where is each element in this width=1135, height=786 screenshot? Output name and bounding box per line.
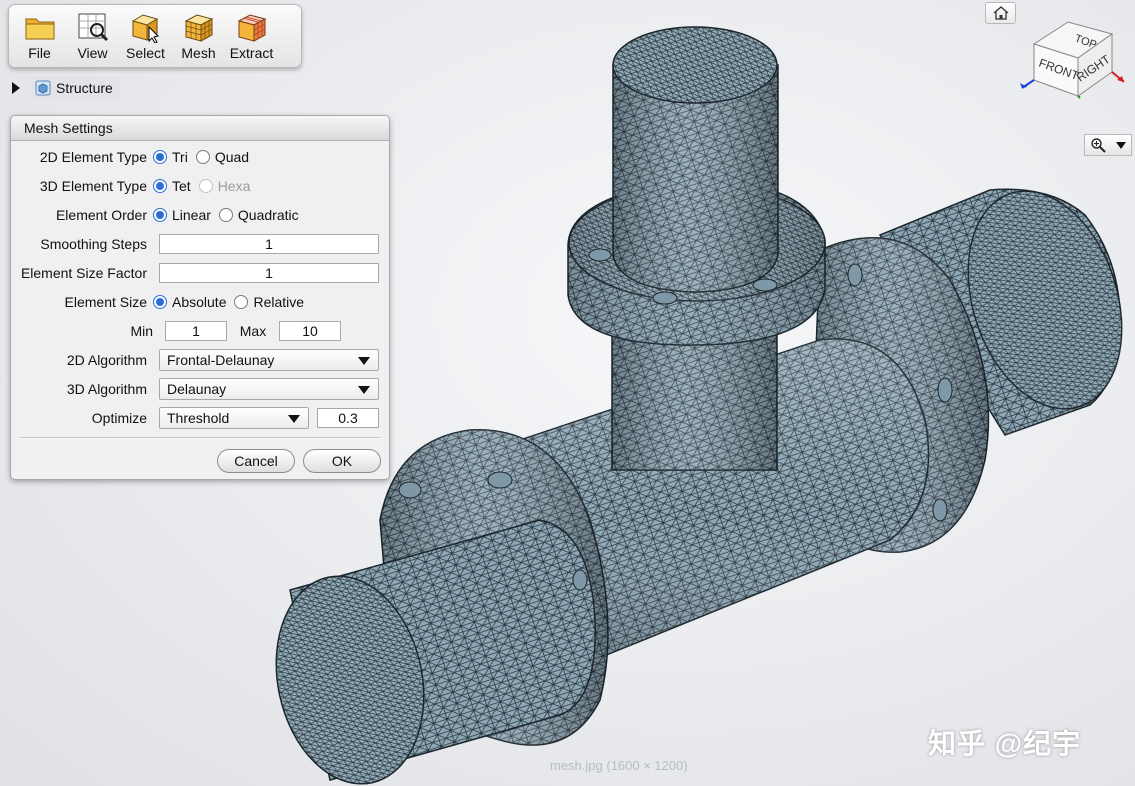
structure-label: Structure (56, 80, 113, 96)
cancel-button[interactable]: Cancel (217, 449, 295, 473)
mesh-label: Mesh (181, 45, 216, 61)
radio-hexa: Hexa (198, 178, 251, 194)
select-cube-icon (131, 14, 159, 43)
file-label: File (28, 45, 51, 61)
extract-cube-icon (237, 14, 266, 42)
structure-tree: Structure (12, 77, 121, 99)
radio-hexa-indicator (198, 179, 213, 193)
structure-node[interactable]: Structure (30, 77, 121, 99)
min-input[interactable]: 1 (165, 321, 227, 341)
radio-quadratic-label: Quadratic (237, 207, 299, 223)
max-input[interactable]: 10 (279, 321, 341, 341)
max-label: Max (239, 323, 267, 339)
home-icon (993, 6, 1008, 20)
zoom-tool-button[interactable] (1084, 134, 1132, 156)
folder-icon (25, 18, 54, 40)
algorithm-2d-value: Frontal-Delaunay (167, 352, 275, 368)
algorithm-3d-select[interactable]: Delaunay (159, 378, 379, 400)
element-order-label: Element Order (55, 207, 147, 223)
radio-quad-indicator (195, 150, 210, 164)
element-type-2d-label: 2D Element Type (39, 149, 147, 165)
radio-linear-label: Linear (172, 207, 211, 223)
mesh-cube-icon (184, 14, 213, 42)
radio-quadratic-indicator (218, 208, 233, 222)
element-size-row: Element Size Absolute Relative (11, 290, 391, 314)
radio-tri-label: Tri (172, 149, 188, 165)
radio-absolute[interactable]: Absolute (153, 294, 226, 310)
element-order-row: Element Order Linear Quadratic (11, 203, 391, 227)
smoothing-steps-input[interactable]: 1 (159, 234, 379, 254)
image-caption: mesh.jpg (1600 × 1200) (550, 758, 688, 773)
navigation-cube[interactable]: TOP FRONT RIGHT (1018, 10, 1130, 100)
algorithm-2d-label: 2D Algorithm (66, 352, 147, 368)
element-type-3d-row: 3D Element Type Tet Hexa (11, 174, 391, 198)
element-size-label: Element Size (64, 294, 147, 310)
home-view-button[interactable] (985, 2, 1016, 24)
select-button[interactable]: Select (119, 5, 172, 67)
mesh-button[interactable]: Mesh (172, 5, 225, 67)
radio-tet-label: Tet (172, 178, 191, 194)
view-button[interactable]: View (66, 5, 119, 67)
min-label: Min (130, 323, 153, 339)
optimize-row: Optimize Threshold 0.3 (11, 406, 391, 430)
radio-absolute-label: Absolute (172, 294, 227, 310)
axis-y-line (1077, 95, 1081, 99)
radio-tet[interactable]: Tet (153, 178, 191, 194)
view-magnifier-icon (78, 13, 108, 42)
extract-label: Extract (229, 45, 274, 61)
radio-absolute-indicator (153, 295, 167, 309)
radio-relative-label: Relative (253, 294, 305, 310)
file-button[interactable]: File (13, 5, 66, 67)
radio-quad-label: Quad (214, 149, 250, 165)
chevron-down-icon (288, 415, 300, 423)
algorithm-3d-value: Delaunay (167, 381, 227, 397)
radio-tri[interactable]: Tri (153, 149, 188, 165)
chevron-down-icon (358, 357, 370, 365)
radio-quad[interactable]: Quad (195, 149, 250, 165)
ok-button[interactable]: OK (303, 449, 381, 473)
radio-relative-indicator (234, 295, 249, 309)
smoothing-steps-row: Smoothing Steps 1 (11, 232, 391, 256)
element-size-factor-label: Element Size Factor (20, 265, 147, 281)
optimize-value: Threshold (167, 410, 230, 426)
main-toolbar: File View Select Mesh Extract (8, 4, 302, 68)
radio-linear-indicator (153, 208, 167, 222)
mesh-settings-dialog: Mesh Settings 2D Element Type Tri Quad 3… (10, 115, 390, 480)
radio-linear[interactable]: Linear (153, 207, 211, 223)
optimize-threshold-input[interactable]: 0.3 (317, 408, 379, 428)
algorithm-2d-row: 2D Algorithm Frontal-Delaunay (11, 348, 391, 372)
element-size-factor-input[interactable]: 1 (159, 263, 379, 283)
view-label: View (77, 45, 108, 61)
element-size-factor-row: Element Size Factor 1 (11, 261, 391, 285)
structure-icon (35, 80, 51, 96)
radio-tri-indicator (153, 150, 167, 164)
radio-hexa-label: Hexa (217, 178, 251, 194)
optimize-select[interactable]: Threshold (159, 407, 309, 429)
chevron-down-icon (1116, 141, 1126, 149)
element-type-2d-row: 2D Element Type Tri Quad (11, 145, 391, 169)
min-max-row: Min 1 Max 10 (11, 319, 391, 343)
smoothing-steps-label: Smoothing Steps (40, 236, 147, 252)
optimize-label: Optimize (91, 410, 147, 426)
chevron-down-icon (358, 386, 370, 394)
algorithm-3d-row: 3D Algorithm Delaunay (11, 377, 391, 401)
algorithm-3d-label: 3D Algorithm (66, 381, 147, 397)
element-type-3d-label: 3D Element Type (39, 178, 147, 194)
select-label: Select (126, 45, 165, 61)
radio-quadratic[interactable]: Quadratic (218, 207, 299, 223)
radio-relative[interactable]: Relative (234, 294, 304, 310)
watermark: 知乎 @纪宇 (928, 728, 1082, 759)
expand-triangle-icon[interactable] (12, 82, 20, 94)
dialog-title: Mesh Settings (11, 116, 389, 141)
dialog-divider (19, 437, 381, 439)
zoom-magnifier-icon (1091, 138, 1106, 153)
extract-button[interactable]: Extract (225, 5, 278, 67)
radio-tet-indicator (153, 179, 167, 193)
algorithm-2d-select[interactable]: Frontal-Delaunay (159, 349, 379, 371)
